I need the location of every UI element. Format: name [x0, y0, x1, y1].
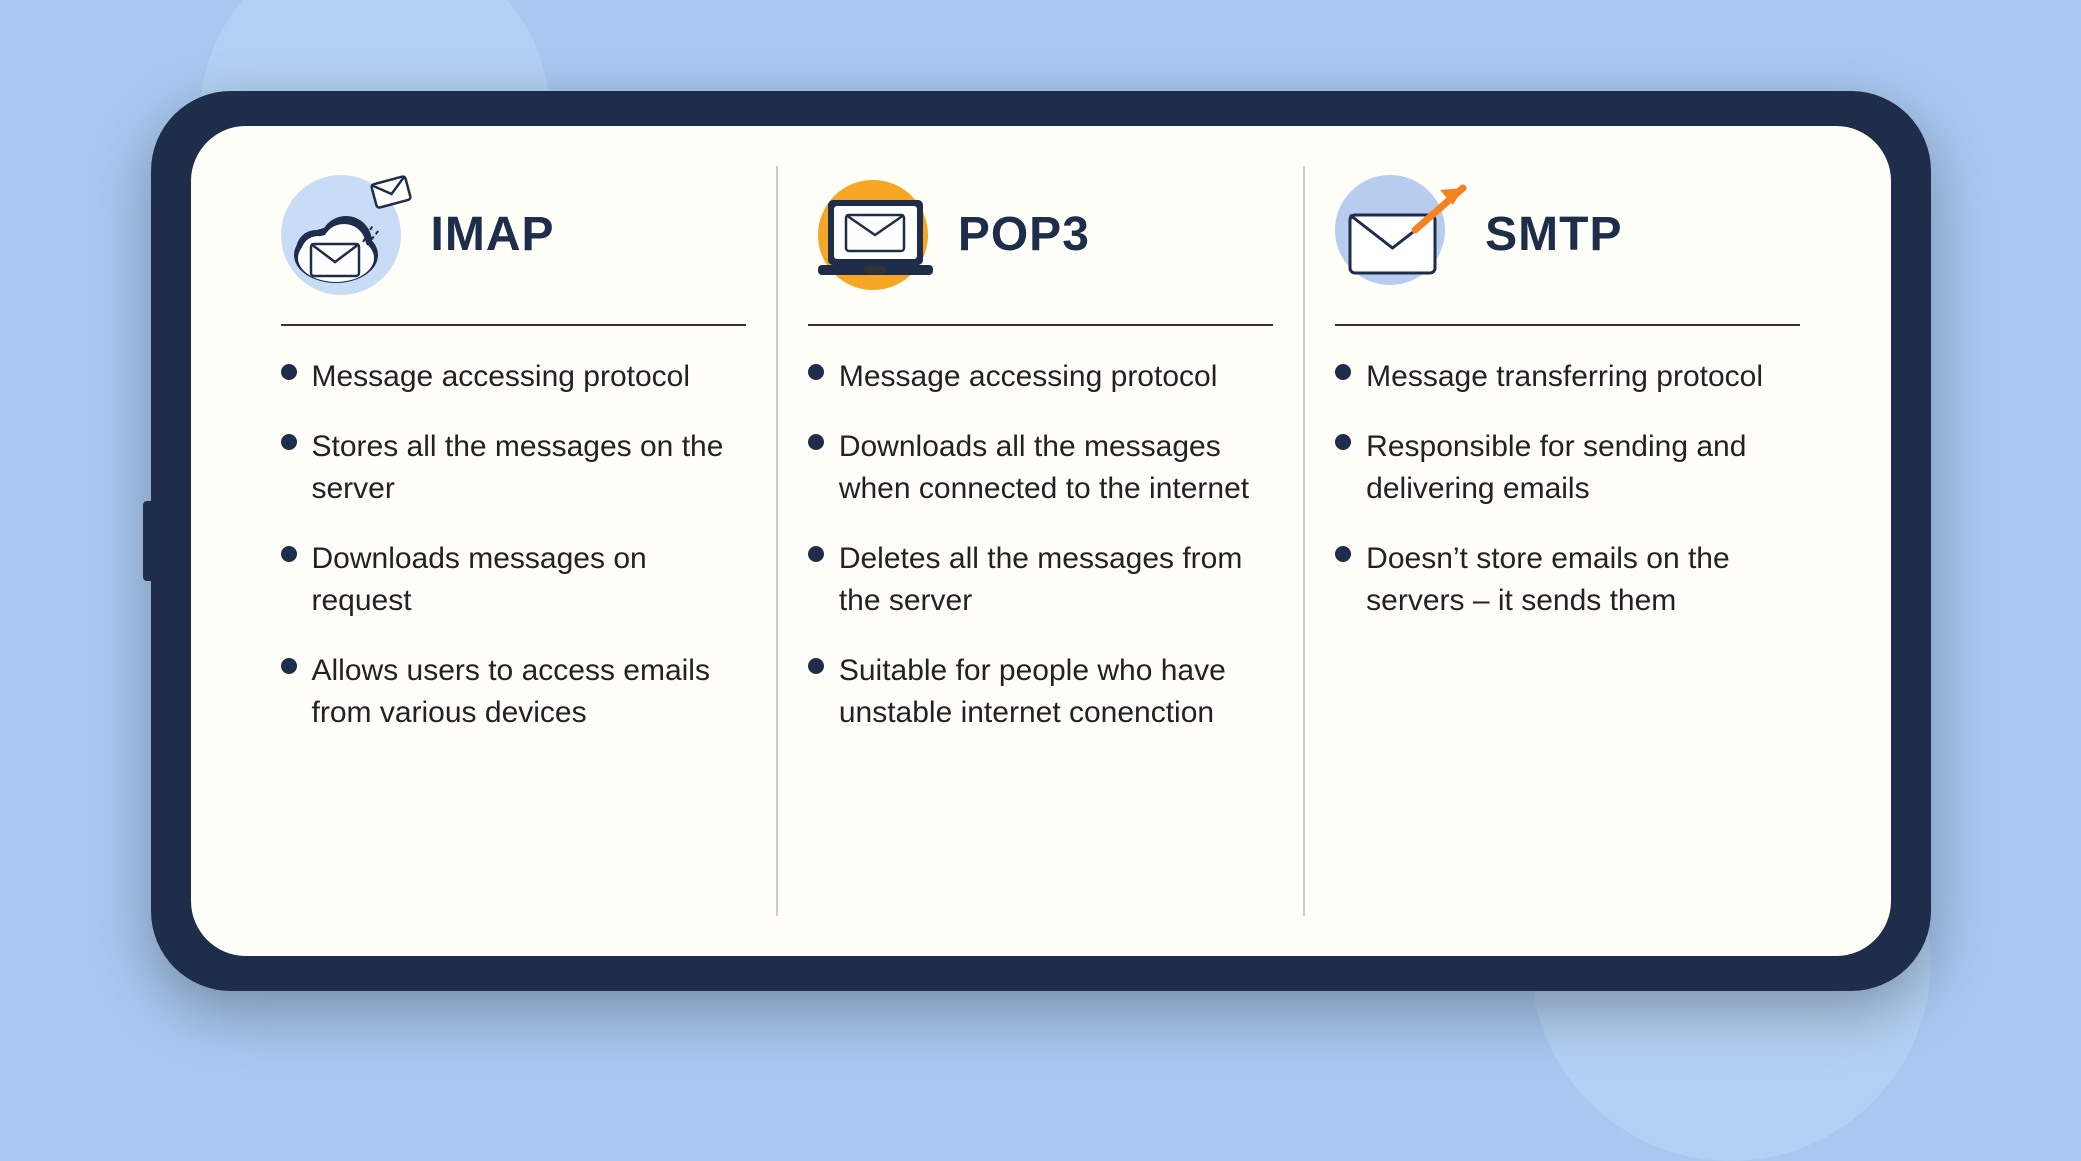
- list-item: Message accessing protocol: [281, 356, 746, 398]
- pop3-point-1: Message accessing protocol: [839, 356, 1218, 398]
- list-item: Message transferring protocol: [1335, 356, 1800, 398]
- bullet-dot: [281, 364, 297, 380]
- bullet-dot: [808, 364, 824, 380]
- list-item: Allows users to access emails from vario…: [281, 650, 746, 734]
- smtp-header: SMTP: [1335, 166, 1800, 326]
- smtp-point-3: Doesn’t store emails on the servers – it…: [1366, 538, 1800, 622]
- pop3-title: POP3: [958, 207, 1090, 262]
- imap-point-1: Message accessing protocol: [312, 356, 691, 398]
- bullet-dot: [1335, 364, 1351, 380]
- pop3-svg: [808, 170, 948, 300]
- list-item: Stores all the messages on the server: [281, 426, 746, 510]
- columns-container: IMAP Message accessing protocol Stores a…: [251, 166, 1831, 916]
- phone-side-button: [143, 501, 155, 581]
- phone-screen: IMAP Message accessing protocol Stores a…: [191, 126, 1891, 956]
- list-item: Doesn’t store emails on the servers – it…: [1335, 538, 1800, 622]
- imap-title: IMAP: [431, 207, 555, 262]
- list-item: Deletes all the messages from the server: [808, 538, 1273, 622]
- bullet-dot: [808, 658, 824, 674]
- bullet-dot: [808, 434, 824, 450]
- bullet-dot: [808, 546, 824, 562]
- imap-point-2: Stores all the messages on the server: [312, 426, 746, 510]
- pop3-point-4: Suitable for people who have unstable in…: [839, 650, 1273, 734]
- bullet-dot: [1335, 434, 1351, 450]
- list-item: Message accessing protocol: [808, 356, 1273, 398]
- smtp-svg: [1335, 170, 1475, 300]
- smtp-bullet-list: Message transferring protocol Responsibl…: [1335, 356, 1800, 916]
- imap-header: IMAP: [281, 166, 746, 326]
- bullet-dot: [281, 658, 297, 674]
- imap-column: IMAP Message accessing protocol Stores a…: [251, 166, 778, 916]
- imap-bullet-list: Message accessing protocol Stores all th…: [281, 356, 746, 916]
- imap-point-4: Allows users to access emails from vario…: [312, 650, 746, 734]
- smtp-column: SMTP Message transferring protocol Respo…: [1305, 166, 1830, 916]
- imap-point-3: Downloads messages on request: [312, 538, 746, 622]
- list-item: Suitable for people who have unstable in…: [808, 650, 1273, 734]
- smtp-title: SMTP: [1485, 207, 1622, 262]
- imap-svg: [281, 170, 421, 300]
- smtp-icon: [1335, 170, 1465, 300]
- smtp-point-1: Message transferring protocol: [1366, 356, 1763, 398]
- imap-icon: [281, 170, 411, 300]
- smtp-point-2: Responsible for sending and delivering e…: [1366, 426, 1800, 510]
- pop3-column: POP3 Message accessing protocol Download…: [778, 166, 1305, 916]
- phone-frame: IMAP Message accessing protocol Stores a…: [151, 91, 1931, 991]
- pop3-icon: [808, 170, 938, 300]
- content-area: IMAP Message accessing protocol Stores a…: [191, 126, 1891, 956]
- bullet-dot: [281, 546, 297, 562]
- list-item: Responsible for sending and delivering e…: [1335, 426, 1800, 510]
- bullet-dot: [1335, 546, 1351, 562]
- list-item: Downloads messages on request: [281, 538, 746, 622]
- pop3-bullet-list: Message accessing protocol Downloads all…: [808, 356, 1273, 916]
- pop3-point-3: Deletes all the messages from the server: [839, 538, 1273, 622]
- bullet-dot: [281, 434, 297, 450]
- list-item: Downloads all the messages when connecte…: [808, 426, 1273, 510]
- pop3-point-2: Downloads all the messages when connecte…: [839, 426, 1273, 510]
- pop3-header: POP3: [808, 166, 1273, 326]
- phone-top-bar: [911, 91, 1171, 121]
